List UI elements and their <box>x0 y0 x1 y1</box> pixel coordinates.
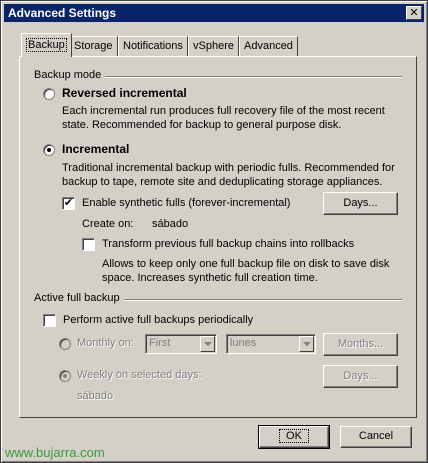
weekly-days-button[interactable]: Days... <box>323 365 398 388</box>
weekly-radio[interactable] <box>59 370 71 382</box>
tab-storage[interactable]: Storage <box>69 36 118 56</box>
advanced-settings-window: Advanced Settings ✕ Backup Storage Notif… <box>0 0 428 463</box>
tab-advanced[interactable]: Advanced <box>239 36 298 56</box>
incremental-label[interactable]: Incremental <box>62 142 129 156</box>
chevron-down-icon[interactable] <box>299 336 314 352</box>
tab-advanced-label: Advanced <box>244 40 293 52</box>
incremental-radio[interactable] <box>43 144 55 156</box>
weekly-label[interactable]: Weekly on selected days: <box>77 369 202 381</box>
backup-mode-label: Backup mode <box>34 69 106 81</box>
create-on-value: sábado <box>152 218 189 230</box>
monthly-day-select[interactable]: lunes <box>226 334 316 354</box>
chevron-down-icon[interactable] <box>200 336 215 352</box>
incremental-description: Traditional incremental backup with peri… <box>62 162 395 188</box>
transform-rollbacks-label[interactable]: Transform previous full backup chains in… <box>102 238 354 250</box>
tab-vsphere-label: vSphere <box>193 40 234 52</box>
create-on-label: Create on: <box>82 218 134 230</box>
weekly-value: sábado <box>77 390 114 402</box>
monthly-week-select[interactable]: First <box>145 334 217 354</box>
cancel-button[interactable]: Cancel <box>340 426 412 448</box>
close-icon[interactable]: ✕ <box>406 6 422 20</box>
backup-tab-panel: Backup mode Reversed incremental Each in… <box>19 56 417 418</box>
months-button[interactable]: Months... <box>323 333 398 356</box>
ok-button-label: OK <box>279 429 309 443</box>
reversed-incremental-radio[interactable] <box>43 88 55 100</box>
active-full-label: Active full backup <box>34 292 124 304</box>
transform-rollbacks-description: Allows to keep only one full backup file… <box>102 258 390 284</box>
synthetic-fulls-checkbox[interactable]: ✔ <box>62 197 75 210</box>
watermark-text: www.bujarra.com <box>5 445 105 460</box>
reversed-incremental-description: Each incremental run produces full recov… <box>62 105 385 131</box>
tab-backup-label: Backup <box>26 38 67 52</box>
monthly-radio[interactable] <box>59 338 71 350</box>
window-title: Advanced Settings <box>8 6 117 20</box>
synthetic-fulls-label[interactable]: Enable synthetic fulls (forever-incremen… <box>82 197 290 209</box>
monthly-day-value: lunes <box>230 337 257 349</box>
tab-notifications-label: Notifications <box>123 40 183 52</box>
monthly-week-value: First <box>149 337 171 349</box>
perform-active-full-label[interactable]: Perform active full backups periodically <box>63 314 253 326</box>
ok-button[interactable]: OK <box>258 425 330 449</box>
perform-active-full-checkbox[interactable] <box>43 314 56 327</box>
tab-notifications[interactable]: Notifications <box>118 36 188 56</box>
tab-storage-label: Storage <box>74 40 113 52</box>
monthly-label[interactable]: Monthly on: <box>77 337 134 349</box>
reversed-incremental-label[interactable]: Reversed incremental <box>62 86 187 100</box>
title-bar[interactable]: Advanced Settings ✕ <box>4 4 424 22</box>
tab-vsphere[interactable]: vSphere <box>188 36 239 56</box>
synthetic-days-button[interactable]: Days... <box>323 192 398 215</box>
transform-rollbacks-checkbox[interactable] <box>82 238 95 251</box>
tab-backup[interactable]: Backup <box>21 33 72 57</box>
